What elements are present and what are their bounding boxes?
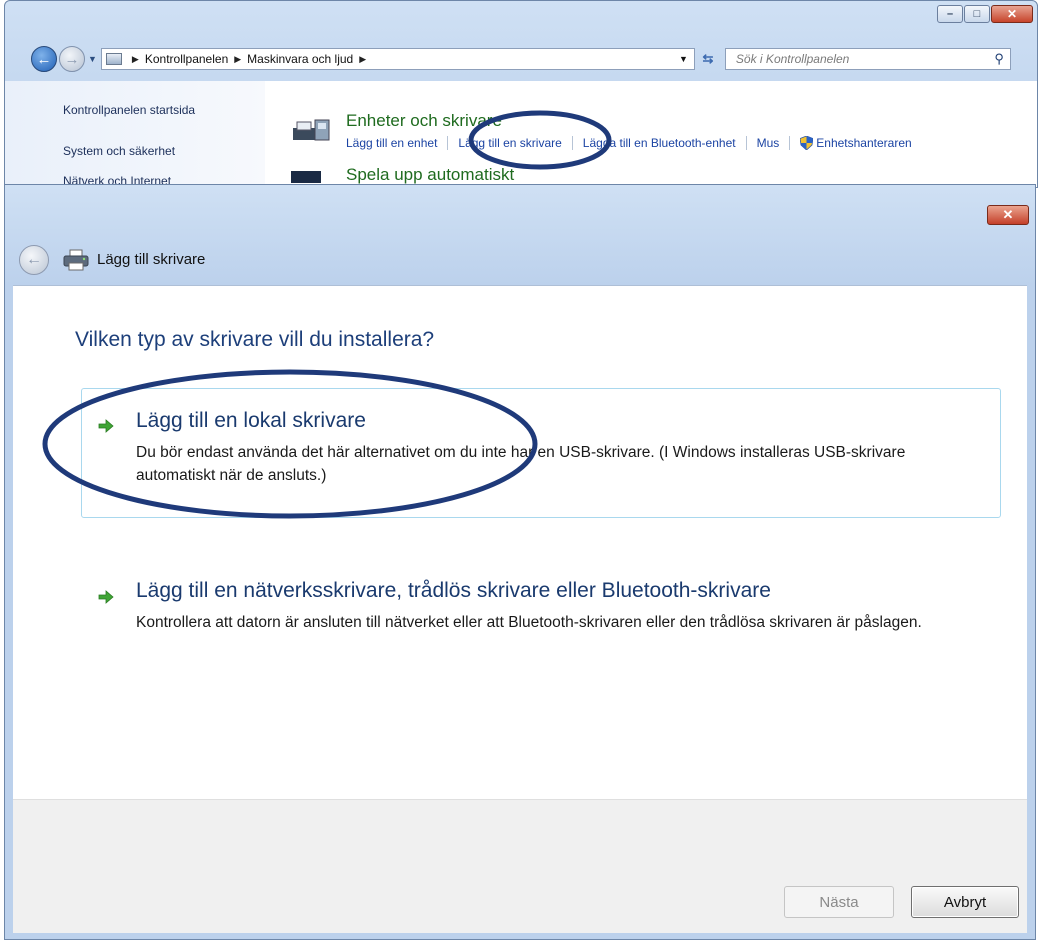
control-panel-window: – □ ✕ ← → ▼ ▶ Kontrollpanelen ▶ Maskinva… bbox=[4, 0, 1038, 188]
cancel-button[interactable]: Avbryt bbox=[911, 886, 1019, 918]
address-dropdown-icon[interactable]: ▼ bbox=[679, 54, 688, 64]
address-bar[interactable]: ▶ Kontrollpanelen ▶ Maskinvara och ljud … bbox=[100, 48, 695, 70]
close-button[interactable]: ✕ bbox=[991, 5, 1033, 23]
option-network-printer-description: Kontrollera att datorn är ansluten till … bbox=[136, 614, 922, 631]
close-icon: ✕ bbox=[1002, 207, 1014, 222]
category-autoplay[interactable]: Spela upp automatiskt bbox=[346, 165, 514, 185]
dialog-back-button[interactable]: ← bbox=[19, 245, 49, 275]
next-button[interactable]: Nästa bbox=[784, 886, 894, 918]
search-icon[interactable]: ⚲ bbox=[994, 51, 1004, 67]
left-navigation-pane: Kontrollpanelen startsida System och säk… bbox=[5, 81, 265, 187]
printer-icon bbox=[63, 249, 89, 271]
refresh-icon: ⇆ bbox=[702, 51, 714, 66]
dialog-content: Vilken typ av skrivare vill du installer… bbox=[13, 285, 1027, 799]
devices-printers-icon bbox=[293, 119, 330, 141]
minimize-button[interactable]: – bbox=[937, 5, 963, 23]
option-network-printer[interactable]: Lägg till en nätverksskrivare, trådlös s… bbox=[81, 568, 1001, 678]
option-network-printer-title: Lägg till en nätverksskrivare, trådlös s… bbox=[136, 579, 771, 602]
control-panel-body: Kontrollpanelen startsida System och säk… bbox=[5, 81, 1037, 187]
category-devices-printers[interactable]: Enheter och skrivare bbox=[346, 111, 502, 131]
minimize-icon: – bbox=[946, 7, 954, 20]
category-task-links: Lägg till en enhet Lägg till en skrivare… bbox=[346, 136, 912, 150]
search-input[interactable]: Sök i Kontrollpanelen ⚲ bbox=[724, 48, 1011, 70]
maximize-icon: □ bbox=[973, 7, 981, 20]
breadcrumb-hardware-sound[interactable]: Maskinvara och ljud bbox=[247, 52, 353, 66]
window-caption-buttons: – □ ✕ bbox=[937, 5, 1033, 23]
chevron-right-icon[interactable]: ▶ bbox=[132, 54, 139, 65]
link-add-printer[interactable]: Lägg till en skrivare bbox=[458, 136, 561, 150]
green-arrow-icon bbox=[98, 419, 114, 433]
close-icon: ✕ bbox=[1006, 7, 1018, 21]
maximize-button[interactable]: □ bbox=[964, 5, 990, 23]
navigation-bar: ← → ▼ ▶ Kontrollpanelen ▶ Maskinvara och… bbox=[31, 45, 1031, 73]
nav-control-panel-home[interactable]: Kontrollpanelen startsida bbox=[63, 103, 195, 117]
link-add-bluetooth-device[interactable]: Lägga till en Bluetooth-enhet bbox=[583, 136, 736, 150]
forward-button[interactable]: → bbox=[59, 46, 85, 72]
shield-icon bbox=[800, 136, 814, 150]
control-panel-icon bbox=[105, 53, 122, 65]
link-mouse[interactable]: Mus bbox=[757, 136, 780, 150]
autoplay-icon bbox=[291, 171, 321, 183]
chevron-right-icon[interactable]: ▶ bbox=[359, 54, 366, 65]
forward-arrow-icon: → bbox=[64, 50, 80, 68]
back-arrow-icon: ← bbox=[36, 50, 52, 68]
refresh-button[interactable]: ⇆ bbox=[695, 48, 721, 70]
breadcrumb-control-panel[interactable]: Kontrollpanelen bbox=[145, 52, 228, 66]
chevron-right-icon[interactable]: ▶ bbox=[234, 54, 241, 65]
recent-pages-dropdown[interactable]: ▼ bbox=[88, 54, 97, 64]
option-local-printer-description: Du bör endast använda det här alternativ… bbox=[136, 444, 906, 484]
search-placeholder: Sök i Kontrollpanelen bbox=[735, 52, 850, 66]
back-arrow-icon: ← bbox=[26, 251, 42, 268]
nav-system-security[interactable]: System och säkerhet bbox=[63, 144, 175, 158]
back-button[interactable]: ← bbox=[31, 46, 57, 72]
dialog-title: Lägg till skrivare bbox=[97, 251, 206, 268]
add-printer-dialog: ✕ ← Lägg till skrivare Vilken typ av skr… bbox=[4, 184, 1036, 940]
option-local-printer-title: Lägg till en lokal skrivare bbox=[136, 409, 366, 432]
dialog-close-button[interactable]: ✕ bbox=[987, 205, 1029, 225]
dialog-heading: Vilken typ av skrivare vill du installer… bbox=[75, 328, 435, 351]
option-local-printer[interactable]: Lägg till en lokal skrivare Du bör endas… bbox=[81, 388, 1001, 518]
link-add-device[interactable]: Lägg till en enhet bbox=[346, 136, 437, 150]
green-arrow-icon bbox=[98, 590, 114, 604]
dialog-footer: Nästa Avbryt bbox=[13, 799, 1027, 933]
link-device-manager[interactable]: Enhetshanteraren bbox=[816, 136, 911, 150]
